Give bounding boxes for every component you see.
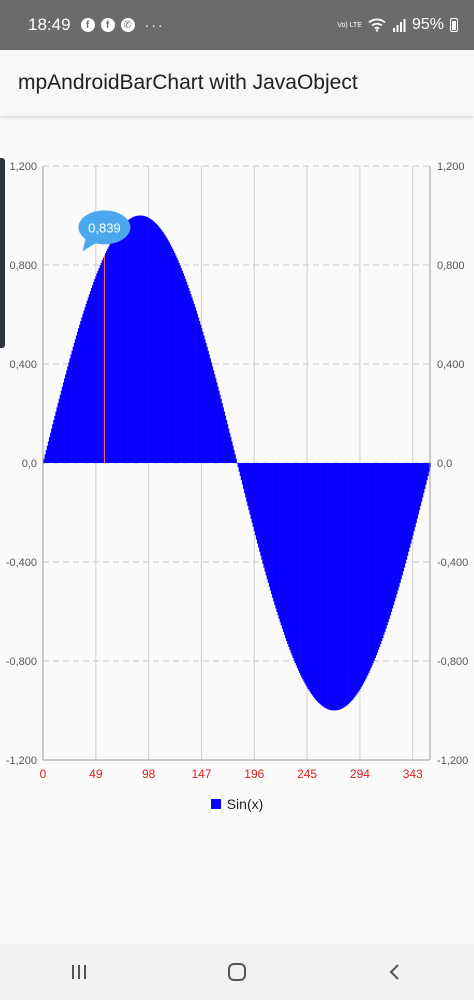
y-tick-label-right: 0,0: [437, 458, 452, 470]
y-tick-label-right: 0,400: [437, 359, 465, 371]
notification-icons: f f ✆: [80, 18, 135, 32]
whatsapp-icon: ✆: [120, 18, 135, 32]
x-tick-label: 98: [142, 767, 156, 781]
home-button[interactable]: [207, 952, 267, 992]
legend-label: Sin(x): [226, 796, 264, 812]
y-tick-label-right: -1,200: [437, 755, 468, 767]
battery-percent: 95%: [411, 16, 444, 33]
recent-apps-icon: [72, 965, 86, 979]
x-tick-label: 294: [350, 767, 370, 781]
signal-icon: [392, 19, 406, 32]
facebook-icon: f: [80, 18, 95, 32]
app-title: mpAndroidBarChart with JavaObject: [18, 71, 358, 94]
y-tick-label-left: -1,200: [6, 755, 37, 767]
facebook-icon: f: [100, 18, 115, 32]
bar-chart[interactable]: 1,200 0,800 0,400 0,0 -0,400 -0,800 -1,200 1,20…: [0, 150, 474, 790]
y-tick-label-right: -0,800: [437, 656, 468, 668]
recent-apps-button[interactable]: [49, 952, 109, 992]
more-notifications-icon: ···: [144, 17, 165, 33]
home-icon: [228, 963, 246, 981]
battery-icon: [450, 18, 458, 32]
navigation-bar: [0, 944, 474, 1000]
x-tick-label: 245: [297, 767, 317, 781]
y-tick-label-left: 0,800: [9, 260, 37, 272]
y-tick-label-left: 0,0: [22, 458, 37, 470]
back-icon: [389, 964, 399, 980]
x-tick-label: 49: [89, 767, 103, 781]
status-bar: 18:49 f f ✆ ··· Vo) LTE 95%: [0, 0, 474, 50]
y-tick-label-left: 1,200: [9, 161, 37, 173]
x-tick-label: 0: [40, 767, 47, 781]
bar: [235, 458, 237, 463]
back-button[interactable]: [365, 952, 425, 992]
chart-legend: Sin(x): [0, 796, 474, 812]
legend-swatch: [210, 799, 221, 809]
y-tick-label-right: 1,200: [437, 161, 465, 173]
y-tick-label-right: -0,400: [437, 557, 468, 569]
x-tick-label: 343: [403, 767, 423, 781]
status-time: 18:49: [28, 15, 71, 34]
x-tick-label: 147: [191, 767, 211, 781]
app-bar: mpAndroidBarChart with JavaObject: [0, 50, 474, 116]
y-tick-label-left: 0,400: [9, 359, 37, 371]
volte-icon: Vo) LTE: [337, 21, 362, 29]
y-tick-label-right: 0,800: [437, 260, 465, 272]
wifi-icon: [368, 18, 386, 32]
y-tick-label-left: -0,800: [6, 656, 37, 668]
marker-value-label: 0,839: [88, 220, 121, 235]
x-tick-label: 196: [244, 767, 264, 781]
y-tick-label-left: -0,400: [6, 557, 37, 569]
status-right: Vo) LTE 95%: [337, 16, 458, 34]
